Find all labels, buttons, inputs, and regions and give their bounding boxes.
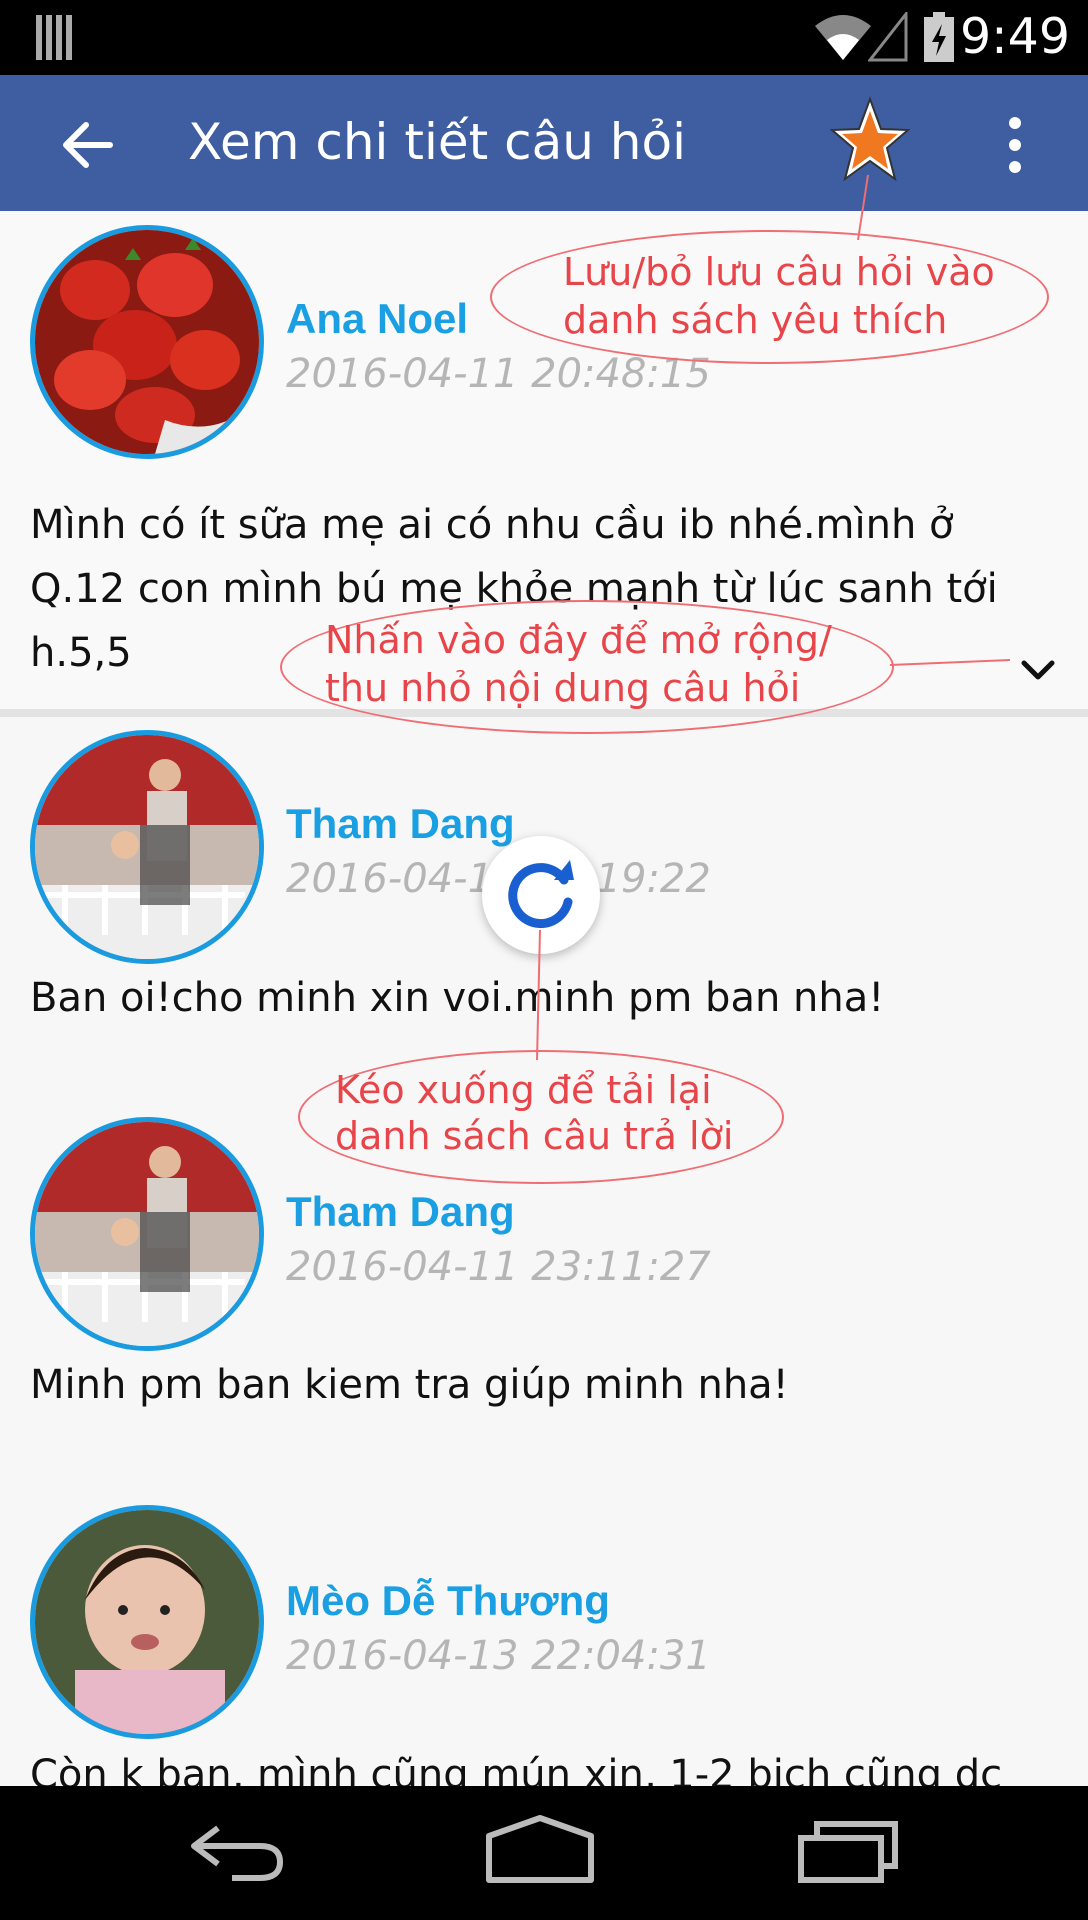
annotation-expand-line1: Nhấn vào đây để mở rộng/ xyxy=(325,618,832,662)
photo-image xyxy=(35,1122,259,1346)
annotation-refresh-line1: Kéo xuống để tải lại xyxy=(335,1068,712,1112)
signal-icon xyxy=(868,12,908,62)
refresh-indicator xyxy=(482,836,600,954)
question-author[interactable]: Ana Noel xyxy=(286,295,468,343)
answer-text: Minh pm ban kiem tra giúp minh nha! xyxy=(30,1362,789,1408)
star-icon[interactable] xyxy=(830,95,910,185)
status-bar: 9:49 xyxy=(0,0,1088,75)
answer-date: 2016-04-13 22:04:31 xyxy=(286,1633,711,1679)
baby-photo-image xyxy=(35,1510,259,1734)
annotation-favorite-line1: Lưu/bỏ lưu câu hỏi vào xyxy=(563,250,995,294)
answer-text: Ban oi!cho minh xin voi.minh pm ban nha! xyxy=(30,975,885,1021)
battery-icon xyxy=(924,12,954,62)
answer-author[interactable]: Mèo Dễ Thương xyxy=(286,1577,610,1625)
app-bar: Xem chi tiết câu hỏi xyxy=(0,75,1088,211)
page-title: Xem chi tiết câu hỏi xyxy=(188,113,686,171)
photo-image xyxy=(35,735,259,959)
avatar xyxy=(30,1505,264,1739)
nav-recent-icon[interactable] xyxy=(795,1814,905,1886)
question-date: 2016-04-11 20:48:15 xyxy=(286,351,711,397)
answer-author[interactable]: Tham Dang xyxy=(286,800,515,848)
nav-back-icon[interactable] xyxy=(188,1816,288,1886)
avatar xyxy=(30,730,264,964)
more-vert-icon[interactable] xyxy=(995,115,1035,175)
nav-home-icon[interactable] xyxy=(485,1814,595,1886)
annotation-favorite-line2: danh sách yêu thích xyxy=(563,298,948,342)
answer-date: 2016-04-11 23:11:27 xyxy=(286,1244,711,1290)
strawberry-image xyxy=(35,230,259,454)
clock: 9:49 xyxy=(959,8,1070,65)
back-arrow-icon[interactable] xyxy=(58,115,118,175)
chevron-down-icon[interactable] xyxy=(1018,651,1058,691)
annotation-expand-line2: thu nhỏ nội dung câu hỏi xyxy=(325,666,801,710)
avatar xyxy=(30,1117,264,1351)
navigation-bar xyxy=(0,1786,1088,1920)
annotation-refresh-line2: danh sách câu trả lời xyxy=(335,1114,734,1158)
avatar xyxy=(30,225,264,459)
wifi-icon xyxy=(815,15,871,60)
refresh-icon xyxy=(508,860,574,929)
notification-icon xyxy=(36,15,72,60)
answer-author[interactable]: Tham Dang xyxy=(286,1188,515,1236)
